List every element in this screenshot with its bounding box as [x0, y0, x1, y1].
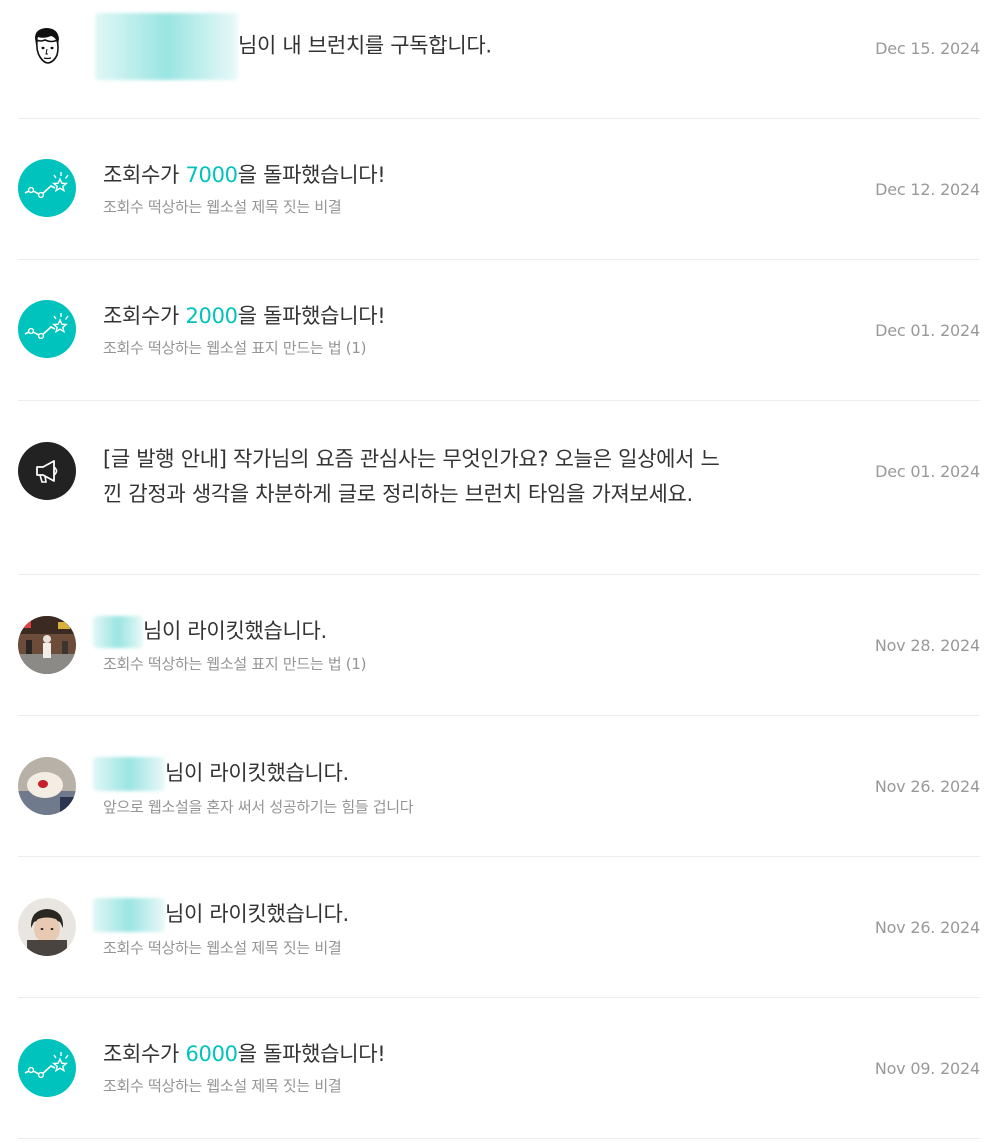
- notification-date: Nov 09. 2024: [874, 1059, 980, 1078]
- notification-title: 님이 내 브런치를 구독합니다.: [95, 13, 753, 80]
- notice-message: [글 발행 안내] 작가님의 요즘 관심사는 무엇인가요? 오늘은 일상에서 느…: [103, 447, 720, 506]
- notification-item[interactable]: 님이 라이킷했습니다. 조회수 떡상하는 웹소설 제목 짓는 비결 Nov 26…: [18, 856, 980, 998]
- user-avatar-icon[interactable]: [18, 616, 76, 674]
- notification-title: 님이 라이킷했습니다.: [93, 757, 753, 791]
- article-title[interactable]: 조회수 떡상하는 웹소설 제목 짓는 비결: [103, 196, 753, 218]
- milestone-count: 6000: [185, 1042, 238, 1066]
- notification-date: Nov 26. 2024: [874, 918, 980, 937]
- notification-date: Dec 01. 2024: [875, 321, 980, 340]
- notification-date: Dec 01. 2024: [875, 462, 980, 481]
- megaphone-icon: [18, 442, 76, 500]
- blurred-username: [93, 616, 143, 648]
- views-milestone-icon: [18, 159, 76, 217]
- user-avatar-icon[interactable]: [18, 18, 76, 76]
- article-title[interactable]: 조회수 떡상하는 웹소설 제목 짓는 비결: [103, 1075, 753, 1097]
- notification-title: 님이 라이킷했습니다.: [93, 616, 753, 648]
- article-title[interactable]: 조회수 떡상하는 웹소설 표지 만드는 법 (1): [103, 653, 753, 675]
- notification-date: Nov 28. 2024: [874, 636, 980, 655]
- notification-title: 조회수가 7000을 돌파했습니다!: [103, 163, 386, 187]
- blurred-username: [93, 757, 165, 791]
- milestone-count: 2000: [185, 304, 238, 328]
- notification-item[interactable]: 님이 라이킷했습니다. 앞으로 웹소설을 혼자 써서 성공하기는 힘들 겁니다 …: [18, 715, 980, 857]
- user-avatar-icon[interactable]: [18, 757, 76, 815]
- notification-title: 님이 라이킷했습니다.: [93, 898, 753, 932]
- blurred-username: [95, 13, 238, 80]
- notification-title: 조회수가 2000을 돌파했습니다!: [103, 304, 386, 328]
- notification-title: 조회수가 6000을 돌파했습니다!: [103, 1042, 386, 1066]
- article-title[interactable]: 조회수 떡상하는 웹소설 제목 짓는 비결: [103, 937, 753, 959]
- article-title[interactable]: 앞으로 웹소설을 혼자 써서 성공하기는 힘들 겁니다: [103, 796, 753, 818]
- notification-item[interactable]: 조회수가 2000을 돌파했습니다! 조회수 떡상하는 웹소설 표지 만드는 법…: [18, 259, 980, 401]
- notification-date: Dec 12. 2024: [875, 180, 980, 199]
- notification-item[interactable]: 님이 내 브런치를 구독합니다. Dec 15. 2024: [18, 0, 980, 119]
- notification-date: Dec 15. 2024: [875, 39, 980, 58]
- notification-item[interactable]: 조회수가 7000을 돌파했습니다! 조회수 떡상하는 웹소설 제목 짓는 비결…: [18, 118, 980, 260]
- milestone-count: 7000: [185, 163, 238, 187]
- notification-item[interactable]: [글 발행 안내] 작가님의 요즘 관심사는 무엇인가요? 오늘은 일상에서 느…: [18, 400, 980, 575]
- notification-item[interactable]: 조회수가 6000을 돌파했습니다! 조회수 떡상하는 웹소설 제목 짓는 비결…: [18, 997, 980, 1139]
- notification-date: Nov 26. 2024: [874, 777, 980, 796]
- views-milestone-icon: [18, 300, 76, 358]
- blurred-username: [93, 898, 165, 932]
- notification-item[interactable]: 님이 라이킷했습니다. 조회수 떡상하는 웹소설 표지 만드는 법 (1) No…: [18, 574, 980, 716]
- article-title[interactable]: 조회수 떡상하는 웹소설 표지 만드는 법 (1): [103, 337, 753, 359]
- user-avatar-icon[interactable]: [18, 898, 76, 956]
- views-milestone-icon: [18, 1039, 76, 1097]
